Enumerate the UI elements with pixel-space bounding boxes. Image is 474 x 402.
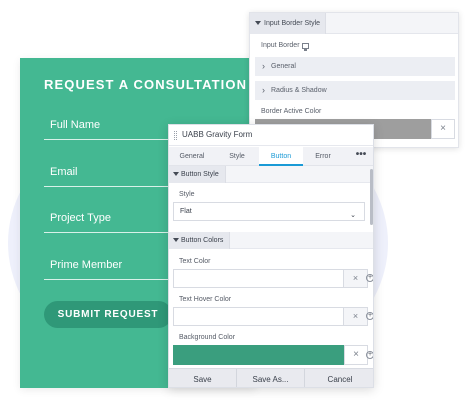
button-style-section: Button Style (169, 166, 373, 183)
chevron-right-icon: › (262, 61, 265, 71)
add-icon[interactable]: + (366, 274, 373, 282)
style-label: Style (179, 191, 195, 198)
panel-title: UABB Gravity Form (182, 130, 253, 139)
radius-shadow-row-label: Radius & Shadow (271, 87, 327, 94)
button-colors-section-tab[interactable]: Button Colors (169, 232, 231, 249)
button-style-section-tab[interactable]: Button Style (169, 166, 226, 183)
tab-general[interactable]: General (173, 147, 211, 166)
border-active-color-label: Border Active Color (261, 108, 322, 115)
clear-color-icon[interactable]: × (344, 345, 368, 365)
full-name-placeholder: Full Name (50, 119, 101, 131)
style-select[interactable]: Flat ⌄ (173, 202, 365, 221)
radius-shadow-row[interactable]: › Radius & Shadow (255, 81, 455, 100)
form-title: REQUEST A CONSULTATION (44, 77, 248, 92)
clear-color-icon[interactable]: × (343, 270, 367, 287)
background-color-swatch[interactable]: × (173, 345, 368, 365)
add-icon[interactable]: + (366, 312, 373, 320)
text-color-input[interactable]: × (173, 269, 368, 288)
text-color-label: Text Color (179, 258, 211, 265)
email-placeholder: Email (50, 166, 78, 178)
cancel-button[interactable]: Cancel (305, 369, 373, 387)
style-select-value: Flat (180, 208, 192, 215)
chevron-right-icon: › (262, 85, 265, 95)
panel-header: Input Border Style (250, 13, 458, 34)
panel-titlebar[interactable]: UABB Gravity Form (169, 125, 373, 146)
tab-error[interactable]: Error (307, 147, 339, 166)
input-border-style-section-tab[interactable]: Input Border Style (250, 13, 326, 34)
clear-color-icon[interactable]: × (431, 119, 455, 139)
chevron-down-icon: ⌄ (350, 212, 356, 219)
background-color-label: Background Color (179, 334, 236, 341)
button-colors-section-title: Button Colors (181, 237, 224, 244)
panel-footer: Save Save As... Cancel (169, 368, 373, 387)
tab-button[interactable]: Button (259, 147, 303, 166)
monitor-icon[interactable] (302, 43, 309, 51)
tab-style[interactable]: Style (219, 147, 255, 166)
button-colors-section: Button Colors (169, 232, 373, 249)
caret-down-icon (255, 21, 261, 25)
drag-handle-icon[interactable] (174, 131, 177, 140)
general-row-label: General (271, 63, 296, 70)
caret-down-icon (173, 238, 179, 242)
prime-member-placeholder: Prime Member (50, 259, 123, 271)
project-type-placeholder: Project Type (50, 212, 111, 224)
general-row[interactable]: › General (255, 57, 455, 76)
scrollbar[interactable] (370, 169, 373, 225)
clear-color-icon[interactable]: × (343, 308, 367, 325)
caret-down-icon (173, 172, 179, 176)
text-hover-color-input[interactable]: × (173, 307, 368, 326)
settings-tabs: General Style Button Error ••• (169, 147, 373, 166)
submit-request-button[interactable]: SUBMIT REQUEST (44, 301, 172, 328)
section-title: Input Border Style (264, 20, 321, 27)
add-icon[interactable]: + (366, 351, 373, 359)
save-button[interactable]: Save (169, 369, 237, 387)
button-style-section-title: Button Style (181, 171, 219, 178)
more-options-icon[interactable]: ••• (353, 147, 369, 166)
text-hover-color-label: Text Hover Color (179, 296, 232, 303)
input-border-label: Input Border (261, 42, 300, 49)
uabb-gravity-form-panel: UABB Gravity Form General Style Button E… (168, 124, 374, 388)
save-as-button[interactable]: Save As... (237, 369, 305, 387)
